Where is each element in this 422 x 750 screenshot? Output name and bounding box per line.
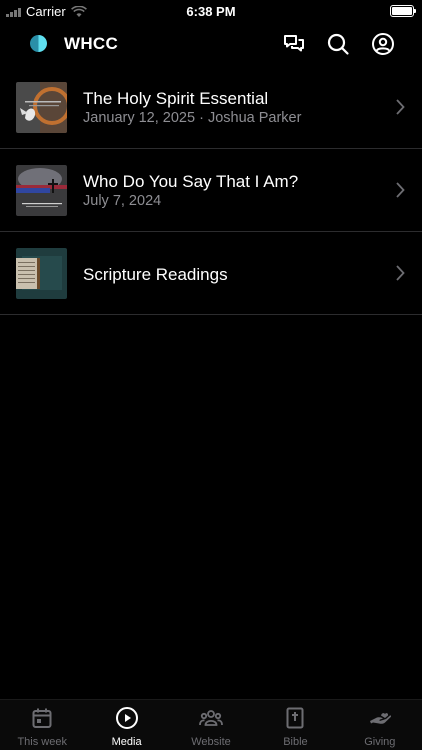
list-item[interactable]: Who Do You Say That I Am? July 7, 2024 <box>0 149 422 232</box>
chevron-right-icon <box>396 182 405 198</box>
calendar-icon <box>32 708 52 728</box>
chat-icon[interactable] <box>282 32 306 56</box>
media-list: The Holy Spirit Essential January 12, 20… <box>0 66 422 315</box>
chevron-right-icon <box>396 99 405 115</box>
status-bar: Carrier 6:38 PM <box>0 0 422 22</box>
tab-bar: This week Media Website Bible Giving <box>0 699 422 750</box>
bible-icon <box>286 707 304 729</box>
sermon-series-thumbnail <box>16 165 67 216</box>
tab-label: Media <box>111 736 142 748</box>
profile-icon[interactable] <box>371 32 395 56</box>
tab-label: Giving <box>364 736 396 748</box>
tab-label: Bible <box>283 736 308 748</box>
tab-label: This week <box>17 736 67 748</box>
app-title: WHCC <box>64 34 119 53</box>
item-title: Who Do You Say That I Am? <box>83 172 299 191</box>
tab-giving[interactable]: Giving <box>338 700 422 750</box>
item-title: The Holy Spirit Essential <box>83 89 269 108</box>
item-subtitle: January 12, 2025 · Joshua Parker <box>83 110 302 126</box>
tab-website[interactable]: Website <box>169 700 253 750</box>
chevron-right-icon <box>396 265 405 281</box>
item-subtitle: July 7, 2024 <box>83 193 162 209</box>
search-icon[interactable] <box>326 32 350 56</box>
battery-icon <box>390 5 416 17</box>
list-item[interactable]: The Holy Spirit Essential January 12, 20… <box>0 66 422 149</box>
people-icon <box>199 710 223 726</box>
bible-thumbnail <box>16 248 67 299</box>
status-time: 6:38 PM <box>186 4 236 19</box>
app-header: WHCC <box>0 22 422 66</box>
item-title: Scripture Readings <box>83 265 228 284</box>
holy-spirit-thumbnail <box>16 82 67 133</box>
list-item[interactable]: Scripture Readings <box>0 232 422 315</box>
play-circle-icon <box>115 707 138 729</box>
giving-hand-icon <box>369 713 391 724</box>
tab-bible[interactable]: Bible <box>253 700 337 750</box>
tab-this-week[interactable]: This week <box>0 700 84 750</box>
church-logo-icon <box>30 35 47 52</box>
tab-label: Website <box>191 736 231 748</box>
tab-media[interactable]: Media <box>84 700 168 750</box>
